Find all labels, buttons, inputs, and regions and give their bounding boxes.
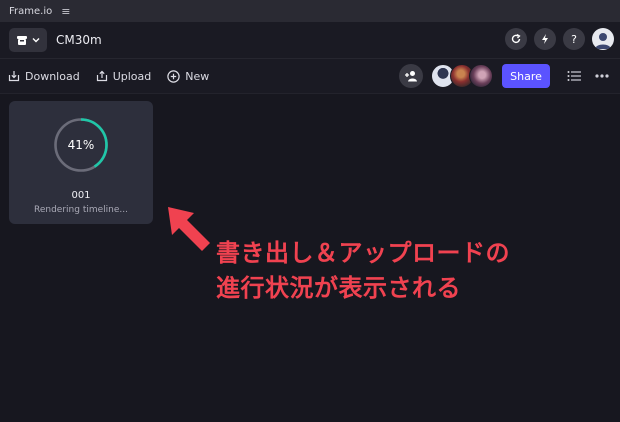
- upload-icon: [96, 70, 107, 82]
- help-icon: ?: [571, 32, 577, 46]
- help-button[interactable]: ?: [563, 28, 585, 50]
- lightning-icon: [542, 34, 548, 44]
- add-user-button[interactable]: [399, 64, 423, 88]
- toolbar: Download Upload New Share: [0, 59, 620, 94]
- refresh-button[interactable]: [505, 28, 527, 50]
- app-title: Frame.io: [9, 5, 53, 17]
- chevron-down-icon: [32, 38, 40, 43]
- upload-label: Upload: [112, 69, 152, 83]
- project-switcher-button[interactable]: [9, 28, 47, 52]
- list-icon: [567, 71, 581, 81]
- progress-percent: 41%: [67, 138, 95, 152]
- annotation-line-1: 書き出し＆アップロードの: [216, 239, 510, 267]
- asset-card[interactable]: 41% 001 Rendering timeline...: [9, 101, 153, 224]
- project-header: CM30m ?: [0, 22, 620, 59]
- plus-circle-icon: [167, 69, 180, 83]
- annotation-text: 書き出し＆アップロードの 進行状況が表示される: [216, 236, 546, 306]
- app-titlebar: Frame.io ≡: [0, 0, 620, 22]
- new-label: New: [185, 69, 210, 83]
- download-label: Download: [25, 69, 80, 83]
- user-icon: [595, 33, 611, 49]
- project-icon: [17, 36, 27, 45]
- annotation-line-2: 進行状況が表示される: [216, 274, 461, 302]
- collaborator-avatar[interactable]: [469, 64, 493, 88]
- add-user-icon: [405, 71, 417, 82]
- collaborator-avatars[interactable]: [431, 64, 493, 88]
- user-avatar[interactable]: [592, 28, 614, 50]
- more-options-button[interactable]: [592, 66, 612, 86]
- refresh-icon: [511, 33, 521, 43]
- new-button[interactable]: New: [167, 70, 209, 83]
- share-button[interactable]: Share: [502, 64, 550, 88]
- upload-button[interactable]: Upload: [96, 69, 152, 83]
- download-icon: [8, 71, 20, 82]
- menu-icon[interactable]: ≡: [61, 5, 70, 18]
- asset-status: Rendering timeline...: [34, 205, 128, 215]
- asset-name: 001: [71, 190, 91, 201]
- activity-button[interactable]: [534, 28, 556, 50]
- list-view-button[interactable]: [564, 66, 584, 86]
- more-horizontal-icon: [595, 74, 609, 78]
- project-name: CM30m: [56, 33, 102, 47]
- download-button[interactable]: Download: [8, 70, 80, 83]
- annotation-arrow-icon: [168, 207, 210, 251]
